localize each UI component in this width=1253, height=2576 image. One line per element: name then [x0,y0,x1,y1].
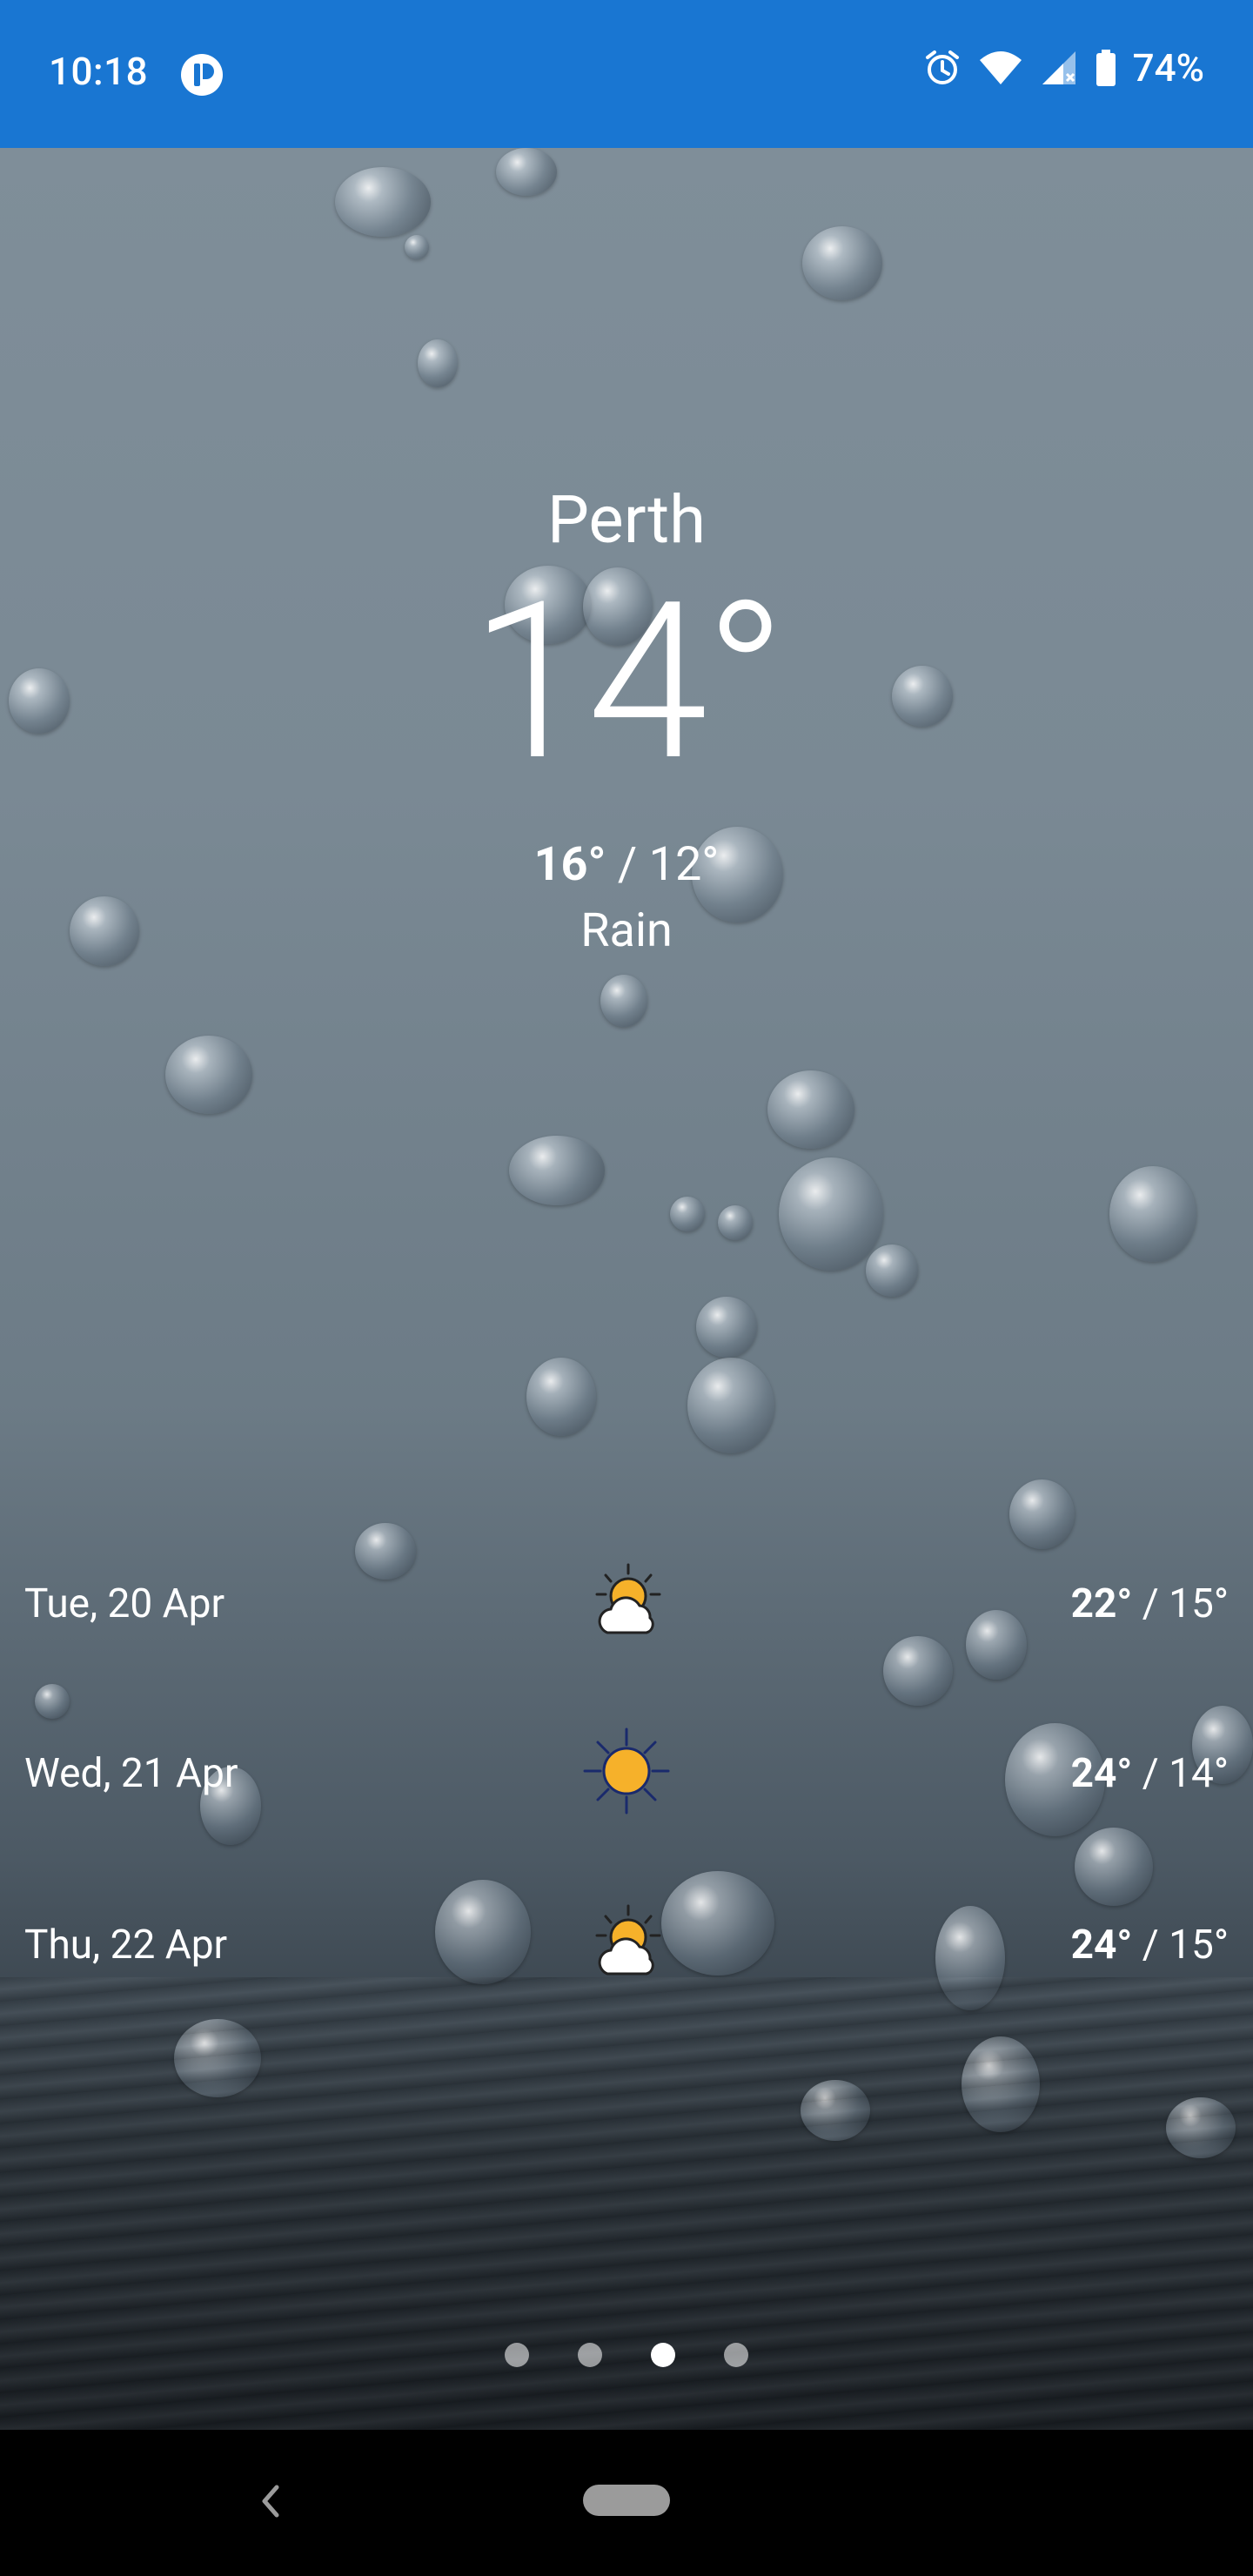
forecast-high-low: 24° / 14° [1070,1750,1229,1797]
city-name: Perth [546,480,707,559]
sun-icon [583,1727,670,1815]
page-dot[interactable] [578,2343,602,2367]
status-bar: 10:18 74% [0,0,1253,148]
today-high: 16° [533,837,606,892]
app-notification-icon [181,54,223,96]
home-pill-button[interactable] [583,2485,670,2516]
alarm-icon [925,50,959,84]
forecast-row: Thu, 22 Apr 24° / 15° [0,1899,1253,1995]
today-low: 12° [648,837,720,892]
back-icon[interactable] [252,2475,287,2527]
partly-cloudy-icon [595,1563,661,1634]
current-temperature: 14° [470,555,787,810]
status-icons: 74% [922,45,1204,91]
forecast-high-low: 22° / 15° [1070,1580,1229,1627]
page-dot[interactable] [505,2343,529,2367]
today-high-low: 16° / 12° [533,837,720,892]
page-dot[interactable] [724,2343,748,2367]
page-indicator [0,2343,1253,2367]
page-dot-active[interactable] [651,2343,675,2367]
status-time: 10:18 [49,49,149,94]
forecast-date: Thu, 22 Apr [24,1922,228,1969]
partly-cloudy-icon [595,1904,661,1976]
wifi-icon [979,51,1022,84]
forecast-row: Wed, 21 Apr 24° / 14° [0,1727,1253,1823]
forecast-date: Tue, 20 Apr [24,1580,225,1627]
forecast-high-low: 24° / 15° [1070,1922,1229,1969]
weather-condition: Rain [580,903,673,958]
battery-percent: 74% [1132,45,1204,91]
navigation-bar [0,2430,1253,2576]
forecast-date: Wed, 21 Apr [24,1750,238,1797]
cell-signal-icon [1042,51,1075,84]
forecast-row: Tue, 20 Apr 22° / 15° [0,1558,1253,1654]
battery-icon [1096,50,1116,86]
